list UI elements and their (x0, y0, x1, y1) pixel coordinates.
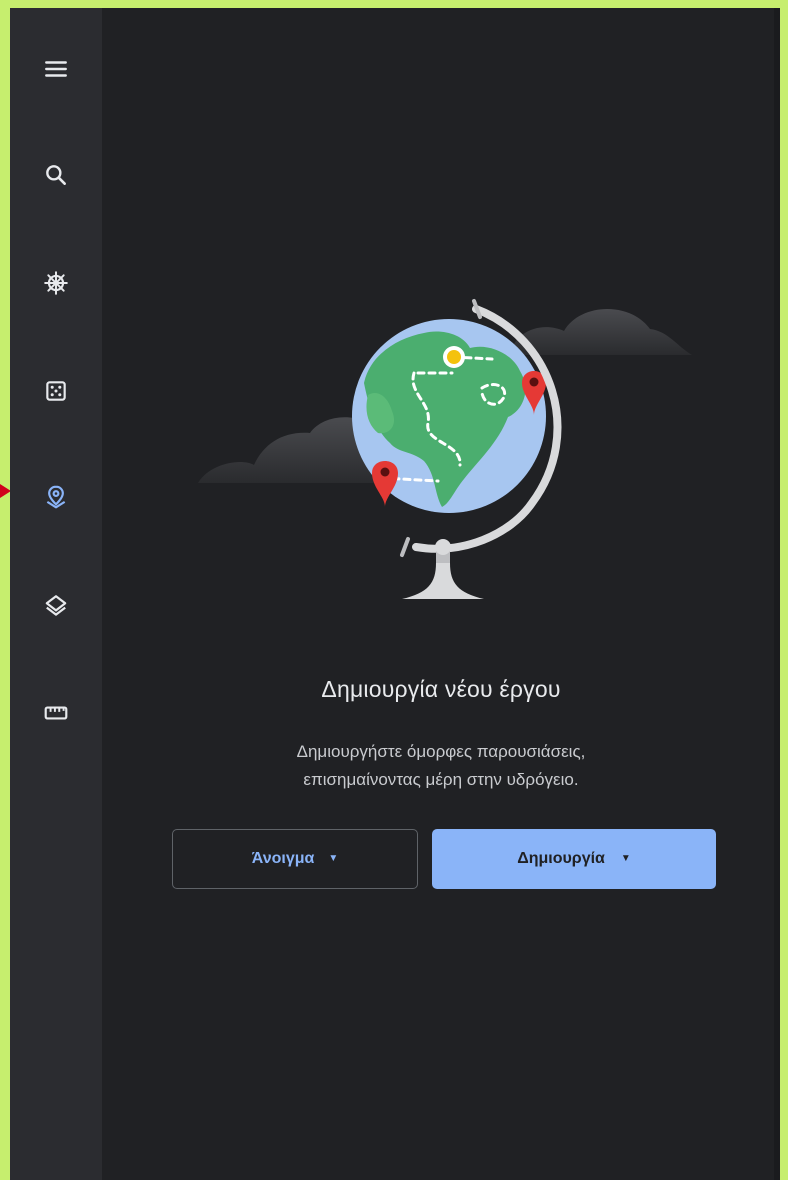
main-panel: Δημιουργία νέου έργου Δημιουργήστε όμορφ… (102, 8, 780, 1180)
projects-button[interactable] (32, 473, 80, 521)
description-line-1: Δημιουργήστε όμορφες παρουσιάσεις, (296, 742, 586, 761)
projects-pin-icon (46, 485, 66, 509)
layers-icon (45, 595, 67, 616)
create-project-button[interactable]: Δημιουργία ▼ (432, 829, 716, 889)
red-pin-left (372, 461, 398, 507)
empty-state-description: Δημιουργήστε όμορφες παρουσιάσεις, επιση… (102, 738, 780, 794)
map-style-button[interactable] (32, 582, 80, 630)
search-button[interactable] (32, 151, 80, 199)
window-edge (774, 8, 780, 1180)
create-button-label: Δημιουργία (517, 850, 605, 867)
menu-icon (45, 61, 67, 77)
search-icon (46, 165, 66, 185)
ships-wheel-icon (44, 271, 68, 295)
cloud-right (510, 308, 692, 355)
chevron-down-icon: ▼ (328, 853, 339, 864)
menu-button[interactable] (32, 45, 80, 93)
chevron-down-icon: ▼ (620, 853, 631, 864)
measure-button[interactable] (32, 689, 80, 737)
app-window: Δημιουργία νέου έργου Δημιουργήστε όμορφ… (10, 8, 780, 1180)
voyager-button[interactable] (32, 259, 80, 307)
sidebar (10, 8, 102, 1180)
open-button-label: Άνοιγμα (251, 850, 315, 867)
dice-icon (46, 381, 66, 401)
description-line-2: επισημαίνοντας μέρη στην υδρόγειο. (303, 770, 579, 789)
open-project-button[interactable]: Άνοιγμα ▼ (172, 829, 418, 889)
ruler-icon (44, 706, 68, 720)
feeling-lucky-button[interactable] (32, 367, 80, 415)
globe-illustration (198, 299, 692, 599)
empty-state-title: Δημιουργία νέου έργου (321, 676, 561, 702)
